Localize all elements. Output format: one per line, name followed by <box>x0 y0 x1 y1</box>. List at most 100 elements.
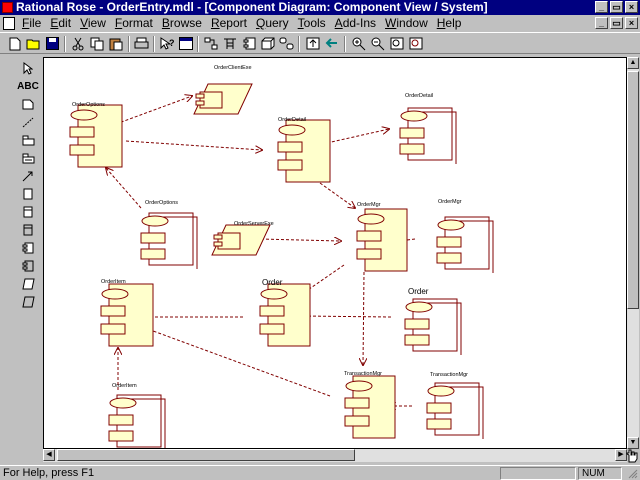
dependency-arrow[interactable] <box>302 316 392 317</box>
doc-minimize-button[interactable]: _ <box>595 17 608 29</box>
component-c5[interactable]: OrderOptions <box>140 200 198 269</box>
subsystem-tool-icon[interactable] <box>18 150 38 166</box>
text-tool-button[interactable]: ABC <box>17 78 39 94</box>
browse-parent-icon[interactable] <box>304 35 321 52</box>
vertical-scrollbar[interactable]: ▲ ▼ <box>627 57 639 449</box>
browse-class-icon[interactable] <box>202 35 219 52</box>
minimize-button[interactable]: _ <box>595 1 608 13</box>
menu-format[interactable]: Format <box>113 15 160 32</box>
diagram-canvas[interactable]: OrderClientExe OrderOptions OrderDetail Ord… <box>43 57 627 449</box>
menu-browse[interactable]: Browse <box>160 15 209 32</box>
menu-edit[interactable]: Edit <box>48 15 78 32</box>
component-c9[interactable]: OrderItem <box>100 279 154 347</box>
component-c4[interactable]: OrderDetail <box>399 93 457 164</box>
package-spec-oval <box>437 219 465 231</box>
anchor-note-icon[interactable] <box>18 114 38 130</box>
dependency-arrow[interactable] <box>319 182 355 208</box>
doc-close-button[interactable]: × <box>625 17 638 29</box>
component-port <box>436 236 462 248</box>
horizontal-scrollbar[interactable]: ◀ ▶ <box>43 449 627 462</box>
scroll-up-button[interactable]: ▲ <box>627 57 639 69</box>
open-icon[interactable] <box>25 35 42 52</box>
executable-port <box>213 241 223 247</box>
component-c13[interactable]: TransactionMgr <box>344 371 396 439</box>
menu-help[interactable]: Help <box>435 15 469 32</box>
component-label: OrderMgr <box>357 202 381 208</box>
cut-icon[interactable] <box>69 35 86 52</box>
package-spec-oval <box>141 215 169 227</box>
package-spec-oval <box>260 288 288 300</box>
app-icon[interactable] <box>2 2 13 13</box>
menu-add-ins[interactable]: Add-Ins <box>333 15 383 32</box>
component-c1[interactable]: OrderClientExe <box>193 65 253 115</box>
package-spec-oval <box>400 110 428 122</box>
context-help-icon[interactable]: ? <box>158 35 175 52</box>
menu-query[interactable]: Query <box>254 15 296 32</box>
task-body-icon[interactable] <box>18 294 38 310</box>
selection-arrow-icon[interactable] <box>18 60 38 76</box>
browse-interaction-icon[interactable] <box>221 35 238 52</box>
doc-restore-button[interactable]: ▭ <box>610 17 623 29</box>
title-bar[interactable]: Rational Rose - OrderEntry.mdl - [Compon… <box>0 0 640 15</box>
fit-window-icon[interactable] <box>388 35 405 52</box>
menu-report[interactable]: Report <box>209 15 254 32</box>
component-c11[interactable]: Order <box>404 287 462 355</box>
subprogram-body-icon[interactable] <box>18 222 38 238</box>
component-c14[interactable]: TransactionMgr <box>426 372 484 439</box>
component-c10[interactable]: Order <box>259 278 311 347</box>
package-spec-icon[interactable] <box>18 240 38 256</box>
component-c12[interactable]: OrderItem <box>108 383 166 449</box>
component-c6[interactable]: OrderServerExe <box>211 221 274 256</box>
undo-fit-icon[interactable] <box>407 35 424 52</box>
main-program-icon[interactable] <box>18 186 38 202</box>
save-icon[interactable] <box>44 35 61 52</box>
note-tool-icon[interactable] <box>18 96 38 112</box>
zoom-out-icon[interactable] <box>369 35 386 52</box>
copy-icon[interactable] <box>88 35 105 52</box>
status-pane-blank <box>500 467 576 480</box>
browse-previous-icon[interactable] <box>323 35 340 52</box>
dependency-arrow[interactable] <box>106 168 142 209</box>
menu-view[interactable]: View <box>78 15 113 32</box>
browse-component-icon[interactable] <box>240 35 257 52</box>
component-c3[interactable]: OrderDetail <box>277 117 331 183</box>
menu-window[interactable]: Window <box>383 15 435 32</box>
zoom-in-icon[interactable] <box>350 35 367 52</box>
paste-icon[interactable] <box>107 35 124 52</box>
new-icon[interactable] <box>6 35 23 52</box>
menu-file[interactable]: File <box>20 15 48 32</box>
dependency-arrow[interactable] <box>326 129 389 144</box>
horizontal-scroll-thumb[interactable] <box>57 449 355 461</box>
close-button[interactable]: × <box>625 1 638 13</box>
menu-bar: File Edit View Format Browse Report Query Tools… <box>0 15 640 32</box>
component-diagram[interactable]: OrderClientExe OrderOptions OrderDetail Ord… <box>44 58 627 449</box>
maximize-button[interactable]: ▭ <box>610 1 623 13</box>
menu-tools[interactable]: Tools <box>296 15 333 32</box>
component-label: OrderClientExe <box>214 65 252 71</box>
component-c7[interactable]: OrderMgr <box>356 202 408 272</box>
standard-toolbar: ? <box>0 32 640 54</box>
component-c8[interactable]: OrderMgr <box>436 199 494 273</box>
package-body-icon[interactable] <box>18 258 38 274</box>
dependency-arrow[interactable] <box>260 239 341 241</box>
dependency-arrow[interactable] <box>125 140 262 150</box>
component-port <box>69 144 95 156</box>
vertical-scroll-thumb[interactable] <box>627 71 639 309</box>
component-label: Order <box>408 287 429 296</box>
view-doc-icon[interactable] <box>177 35 194 52</box>
component-c2[interactable]: OrderOptions <box>69 102 123 168</box>
dependency-tool-icon[interactable] <box>18 168 38 184</box>
dependency-arrow[interactable] <box>115 96 192 125</box>
dependency-arrow[interactable] <box>363 271 364 365</box>
browse-deployment-icon[interactable] <box>259 35 276 52</box>
status-help-text: For Help, press F1 <box>3 467 95 479</box>
browse-state-icon[interactable] <box>278 35 295 52</box>
scroll-down-button[interactable]: ▼ <box>627 437 639 449</box>
scroll-left-button[interactable]: ◀ <box>43 449 55 461</box>
package-tool-icon[interactable] <box>18 132 38 148</box>
subprogram-spec-icon[interactable] <box>18 204 38 220</box>
task-spec-icon[interactable] <box>18 276 38 292</box>
print-icon[interactable] <box>133 35 150 52</box>
document-icon[interactable] <box>3 17 15 30</box>
size-grip-icon[interactable] <box>628 469 638 479</box>
